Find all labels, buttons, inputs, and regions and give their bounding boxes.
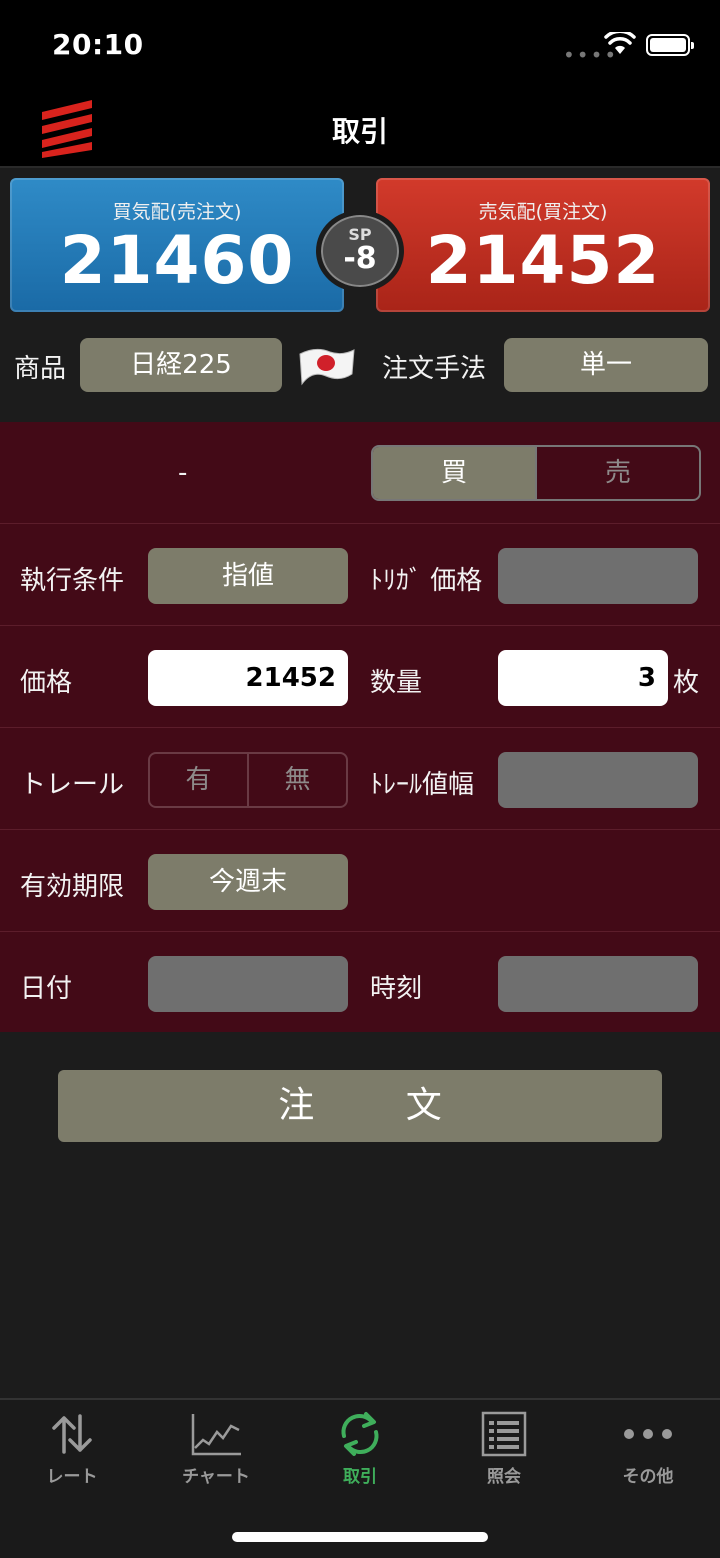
time-label: 時刻 bbox=[370, 974, 423, 1004]
exec-condition-select[interactable]: 指値 bbox=[148, 548, 348, 604]
tab-inquiry-label: 照会 bbox=[487, 1467, 521, 1487]
tab-chart[interactable]: チャート bbox=[144, 1410, 288, 1487]
battery-icon bbox=[646, 34, 694, 56]
trail-label: トレール bbox=[20, 770, 125, 800]
bid-value: 21460 bbox=[59, 222, 295, 299]
tab-more[interactable]: その他 bbox=[576, 1410, 720, 1487]
price-label: 価格 bbox=[20, 668, 73, 698]
product-row: 商品 日経225 注文手法 単一 bbox=[0, 336, 720, 396]
expiry-select[interactable]: 今週末 bbox=[148, 854, 348, 910]
price-input[interactable]: 21452 bbox=[148, 650, 348, 706]
trail-on-button[interactable]: 有 bbox=[150, 754, 247, 806]
tab-rate[interactable]: レート bbox=[0, 1410, 144, 1487]
page-title: 取引 bbox=[331, 115, 388, 148]
date-label: 日付 bbox=[20, 974, 73, 1004]
wifi-icon bbox=[604, 32, 636, 54]
trigger-price-label: ﾄﾘｶﾞ 価格 bbox=[370, 566, 483, 596]
trail-off-button[interactable]: 無 bbox=[247, 754, 346, 806]
side-sell-button[interactable]: 売 bbox=[535, 447, 699, 499]
ask-label: 売気配(買注文) bbox=[478, 201, 608, 223]
japan-flag-icon bbox=[299, 348, 355, 386]
spread-badge: SP -8 bbox=[316, 210, 404, 292]
tab-trade[interactable]: 取引 bbox=[288, 1410, 432, 1487]
trail-width-label: ﾄﾚｰﾙ値幅 bbox=[370, 770, 475, 800]
quote-panel: 買気配(売注文) 21460 売気配(買注文) 21452 SP -8 商品 日… bbox=[0, 170, 720, 422]
tab-rate-label: レート bbox=[46, 1467, 98, 1487]
order-button[interactable]: 注 文 bbox=[58, 1070, 662, 1142]
quantity-label: 数量 bbox=[370, 668, 423, 698]
date-field[interactable] bbox=[148, 956, 348, 1012]
home-indicator[interactable] bbox=[232, 1532, 488, 1542]
order-form: - 買 売 執行条件 指値 ﾄﾘｶﾞ 価格 価格 21452 数量 3 枚 トレ… bbox=[0, 422, 720, 1032]
chart-icon bbox=[191, 1414, 241, 1456]
quantity-input[interactable]: 3 bbox=[498, 650, 668, 706]
date-row: 日付 時刻 bbox=[0, 932, 720, 1034]
status-time: 20:10 bbox=[52, 28, 144, 61]
position-text: - bbox=[178, 458, 188, 488]
side-buy-button[interactable]: 買 bbox=[373, 447, 535, 499]
arrows-updown-icon bbox=[52, 1414, 92, 1454]
product-label: 商品 bbox=[14, 354, 67, 384]
exec-condition-label: 執行条件 bbox=[20, 566, 125, 596]
bid-label: 買気配(売注文) bbox=[112, 201, 242, 223]
trigger-price-field[interactable] bbox=[498, 548, 698, 604]
expiry-row: 有効期限 今週末 bbox=[0, 830, 720, 932]
list-icon bbox=[481, 1411, 527, 1457]
ask-quote-button[interactable]: 売気配(買注文) 21452 bbox=[376, 178, 710, 312]
trail-segmented: 有 無 bbox=[148, 752, 348, 808]
spread-value: -8 bbox=[343, 241, 377, 276]
status-bar: 20:10 •••• bbox=[0, 0, 720, 88]
trail-row: トレール 有 無 ﾄﾚｰﾙ値幅 bbox=[0, 728, 720, 830]
tab-more-label: その他 bbox=[622, 1467, 674, 1487]
more-icon bbox=[624, 1429, 672, 1439]
order-method-label: 注文手法 bbox=[382, 354, 487, 384]
product-select[interactable]: 日経225 bbox=[80, 338, 282, 392]
refresh-icon bbox=[341, 1412, 379, 1456]
price-row: 価格 21452 数量 3 枚 bbox=[0, 626, 720, 728]
header: 取引 bbox=[0, 88, 720, 168]
time-field[interactable] bbox=[498, 956, 698, 1012]
order-method-select[interactable]: 単一 bbox=[504, 338, 708, 392]
tab-inquiry[interactable]: 照会 bbox=[432, 1410, 576, 1487]
side-segmented: 買 売 bbox=[371, 445, 701, 501]
tab-chart-label: チャート bbox=[182, 1467, 250, 1487]
exec-row: 執行条件 指値 ﾄﾘｶﾞ 価格 bbox=[0, 524, 720, 626]
side-row: - 買 売 bbox=[0, 422, 720, 524]
bid-quote-button[interactable]: 買気配(売注文) 21460 bbox=[10, 178, 344, 312]
expiry-label: 有効期限 bbox=[20, 872, 125, 902]
tab-trade-label: 取引 bbox=[343, 1467, 377, 1487]
quantity-unit: 枚 bbox=[673, 668, 700, 698]
ask-value: 21452 bbox=[425, 222, 661, 299]
trail-width-field[interactable] bbox=[498, 752, 698, 808]
